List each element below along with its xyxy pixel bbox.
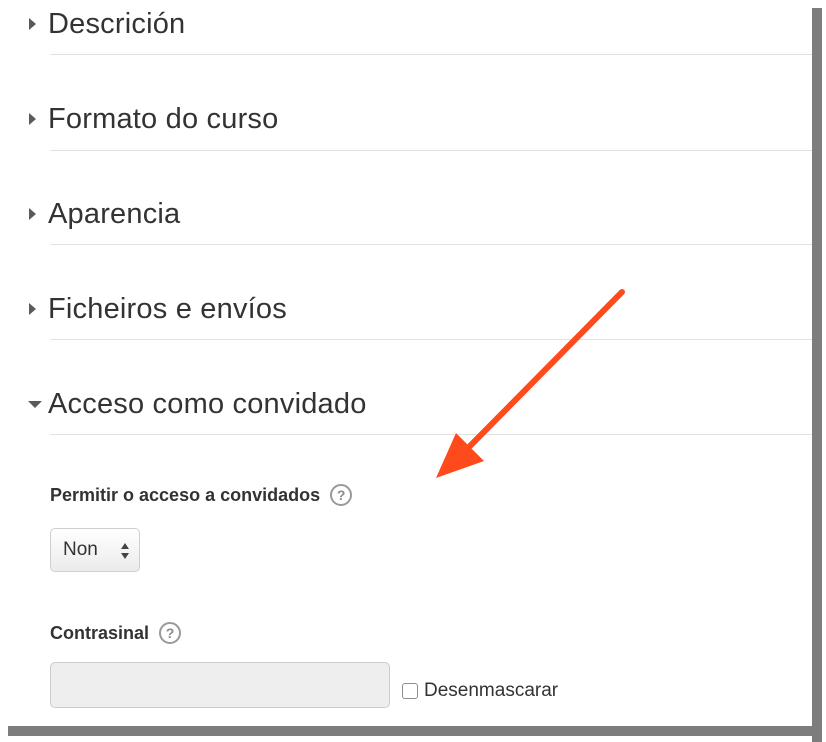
section-title: Ficheiros e envíos xyxy=(48,292,287,325)
section-header-formato-do-curso[interactable]: Formato do curso xyxy=(28,99,812,139)
unmask-control[interactable]: Desenmascarar xyxy=(402,680,558,702)
section-title: Acceso como convidado xyxy=(48,387,367,420)
allow-guest-access-value: Non xyxy=(63,539,98,560)
triangle-right-icon xyxy=(28,113,48,125)
allow-guest-access-label-text: Permitir o acceso a convidados xyxy=(50,484,321,505)
section-header-acceso-como-convidado[interactable]: Acceso como convidado xyxy=(28,384,812,424)
section-header-descricion[interactable]: Descrición xyxy=(28,4,812,44)
shadow-bottom xyxy=(8,726,822,736)
section-divider xyxy=(50,244,812,245)
course-settings-form: Descrición Formato do curso Aparencia Fi… xyxy=(0,0,812,726)
triangle-down-icon xyxy=(28,400,48,408)
triangle-right-icon xyxy=(28,208,48,220)
password-label-text: Contrasinal xyxy=(50,622,150,643)
section-title: Aparencia xyxy=(48,197,181,230)
unmask-label: Desenmascarar xyxy=(424,680,559,701)
unmask-checkbox[interactable] xyxy=(402,683,418,699)
section-divider xyxy=(50,54,812,55)
section-divider xyxy=(50,434,812,435)
triangle-right-icon xyxy=(28,303,48,315)
section-title: Formato do curso xyxy=(48,102,279,135)
password-label: Contrasinal ? xyxy=(50,622,182,644)
section-header-aparencia[interactable]: Aparencia xyxy=(28,194,812,234)
password-input[interactable] xyxy=(50,662,390,708)
question-circle-icon[interactable]: ? xyxy=(159,622,182,644)
shadow-right xyxy=(812,8,822,742)
question-circle-icon[interactable]: ? xyxy=(330,484,353,506)
section-title: Descrición xyxy=(48,7,186,40)
section-header-ficheiros-e-envios[interactable]: Ficheiros e envíos xyxy=(28,289,812,329)
section-divider xyxy=(50,150,812,151)
updown-arrows-icon xyxy=(121,543,129,559)
allow-guest-access-label: Permitir o acceso a convidados ? xyxy=(50,484,353,506)
screenshot-frame: Descrición Formato do curso Aparencia Fi… xyxy=(0,0,826,742)
allow-guest-access-select[interactable]: Non xyxy=(50,528,140,572)
section-divider xyxy=(50,339,812,340)
triangle-right-icon xyxy=(28,18,48,30)
